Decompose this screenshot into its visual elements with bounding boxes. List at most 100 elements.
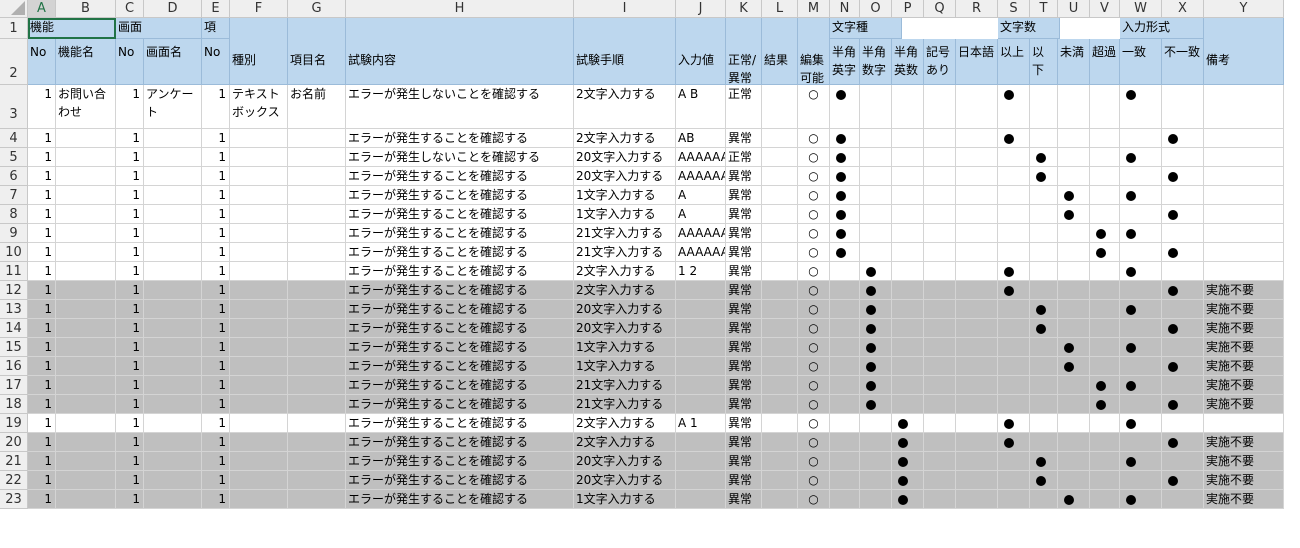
- cell-q15[interactable]: [924, 338, 956, 357]
- row-header-16[interactable]: 16: [0, 357, 28, 376]
- cell-s7[interactable]: [998, 186, 1030, 205]
- cell-h8[interactable]: エラーが発生することを確認する: [346, 205, 574, 224]
- cell-c21[interactable]: 1: [116, 452, 144, 471]
- cell-i20[interactable]: 2文字入力する: [574, 433, 676, 452]
- cell-g4[interactable]: [288, 129, 346, 148]
- cell-y12[interactable]: 実施不要: [1204, 281, 1284, 300]
- column-header-t[interactable]: T: [1030, 0, 1058, 18]
- cell-e11[interactable]: 1: [202, 262, 230, 281]
- cell-h14[interactable]: エラーが発生することを確認する: [346, 319, 574, 338]
- cell-h3[interactable]: エラーが発生しないことを確認する: [346, 85, 574, 129]
- cell-h20[interactable]: エラーが発生することを確認する: [346, 433, 574, 452]
- cell-u3[interactable]: [1058, 85, 1090, 129]
- cell-n15[interactable]: [830, 338, 860, 357]
- cell-t22[interactable]: [1030, 471, 1058, 490]
- cell-v3[interactable]: [1090, 85, 1120, 129]
- cell-f5[interactable]: [230, 148, 288, 167]
- cell-n22[interactable]: [830, 471, 860, 490]
- cell-o7[interactable]: [860, 186, 892, 205]
- cell-i3[interactable]: 2文字入力する: [574, 85, 676, 129]
- row-header-3[interactable]: 3: [0, 85, 28, 129]
- cell-k21[interactable]: 異常: [726, 452, 762, 471]
- cell-x15[interactable]: [1162, 338, 1204, 357]
- cell-d16[interactable]: [144, 357, 202, 376]
- cell-q3[interactable]: [924, 85, 956, 129]
- row-header-20[interactable]: 20: [0, 433, 28, 452]
- cell-p18[interactable]: [892, 395, 924, 414]
- cell-m7[interactable]: ○: [798, 186, 830, 205]
- cell-b22[interactable]: [56, 471, 116, 490]
- row-header-23[interactable]: 23: [0, 490, 28, 509]
- cell-s9[interactable]: [998, 224, 1030, 243]
- cell-q5[interactable]: [924, 148, 956, 167]
- cell-k12[interactable]: 異常: [726, 281, 762, 300]
- cell-f3[interactable]: テキストボックス: [230, 85, 288, 129]
- cell-f23[interactable]: [230, 490, 288, 509]
- column-header-v[interactable]: V: [1090, 0, 1120, 18]
- cell-a3[interactable]: 1: [28, 85, 56, 129]
- cell-f4[interactable]: [230, 129, 288, 148]
- column-header-o[interactable]: O: [860, 0, 892, 18]
- cell-p17[interactable]: [892, 376, 924, 395]
- cell-g21[interactable]: [288, 452, 346, 471]
- cell-l13[interactable]: [762, 300, 798, 319]
- cell-w9[interactable]: [1120, 224, 1162, 243]
- cell-l21[interactable]: [762, 452, 798, 471]
- cell-q7[interactable]: [924, 186, 956, 205]
- cell-h5[interactable]: エラーが発生しないことを確認する: [346, 148, 574, 167]
- cell-y8[interactable]: [1204, 205, 1284, 224]
- cell-a9[interactable]: 1: [28, 224, 56, 243]
- column-header-f[interactable]: F: [230, 0, 288, 18]
- cell-n23[interactable]: [830, 490, 860, 509]
- cell-g6[interactable]: [288, 167, 346, 186]
- cell-x19[interactable]: [1162, 414, 1204, 433]
- cell-u13[interactable]: [1058, 300, 1090, 319]
- cell-o17[interactable]: [860, 376, 892, 395]
- cell-k9[interactable]: 異常: [726, 224, 762, 243]
- cell-s16[interactable]: [998, 357, 1030, 376]
- cell-t5[interactable]: [1030, 148, 1058, 167]
- cell-l23[interactable]: [762, 490, 798, 509]
- cell-v19[interactable]: [1090, 414, 1120, 433]
- cell-w11[interactable]: [1120, 262, 1162, 281]
- cell-h12[interactable]: エラーが発生することを確認する: [346, 281, 574, 300]
- cell-s22[interactable]: [998, 471, 1030, 490]
- cell-o13[interactable]: [860, 300, 892, 319]
- row-header-2[interactable]: 2: [0, 39, 28, 85]
- cell-f19[interactable]: [230, 414, 288, 433]
- cell-f22[interactable]: [230, 471, 288, 490]
- cell-v6[interactable]: [1090, 167, 1120, 186]
- cell-s20[interactable]: [998, 433, 1030, 452]
- row-header-17[interactable]: 17: [0, 376, 28, 395]
- cell-l18[interactable]: [762, 395, 798, 414]
- cell-i5[interactable]: 20文字入力する: [574, 148, 676, 167]
- cell-y17[interactable]: 実施不要: [1204, 376, 1284, 395]
- cell-x14[interactable]: [1162, 319, 1204, 338]
- cell-r7[interactable]: [956, 186, 998, 205]
- cell-u17[interactable]: [1058, 376, 1090, 395]
- row-header-12[interactable]: 12: [0, 281, 28, 300]
- cell-r18[interactable]: [956, 395, 998, 414]
- cell-p5[interactable]: [892, 148, 924, 167]
- cell-a5[interactable]: 1: [28, 148, 56, 167]
- cell-u8[interactable]: [1058, 205, 1090, 224]
- cell-f7[interactable]: [230, 186, 288, 205]
- column-header-r[interactable]: R: [956, 0, 998, 18]
- cell-f15[interactable]: [230, 338, 288, 357]
- cell-q21[interactable]: [924, 452, 956, 471]
- cell-l14[interactable]: [762, 319, 798, 338]
- column-header-y[interactable]: Y: [1204, 0, 1284, 18]
- cell-c11[interactable]: 1: [116, 262, 144, 281]
- cell-i22[interactable]: 20文字入力する: [574, 471, 676, 490]
- column-header-p[interactable]: P: [892, 0, 924, 18]
- cell-a11[interactable]: 1: [28, 262, 56, 281]
- cell-t20[interactable]: [1030, 433, 1058, 452]
- cell-u7[interactable]: [1058, 186, 1090, 205]
- cell-c4[interactable]: 1: [116, 129, 144, 148]
- cell-y19[interactable]: [1204, 414, 1284, 433]
- cell-x7[interactable]: [1162, 186, 1204, 205]
- cell-x22[interactable]: [1162, 471, 1204, 490]
- cell-b3[interactable]: お問い合わせ: [56, 85, 116, 129]
- cell-m6[interactable]: ○: [798, 167, 830, 186]
- cell-u21[interactable]: [1058, 452, 1090, 471]
